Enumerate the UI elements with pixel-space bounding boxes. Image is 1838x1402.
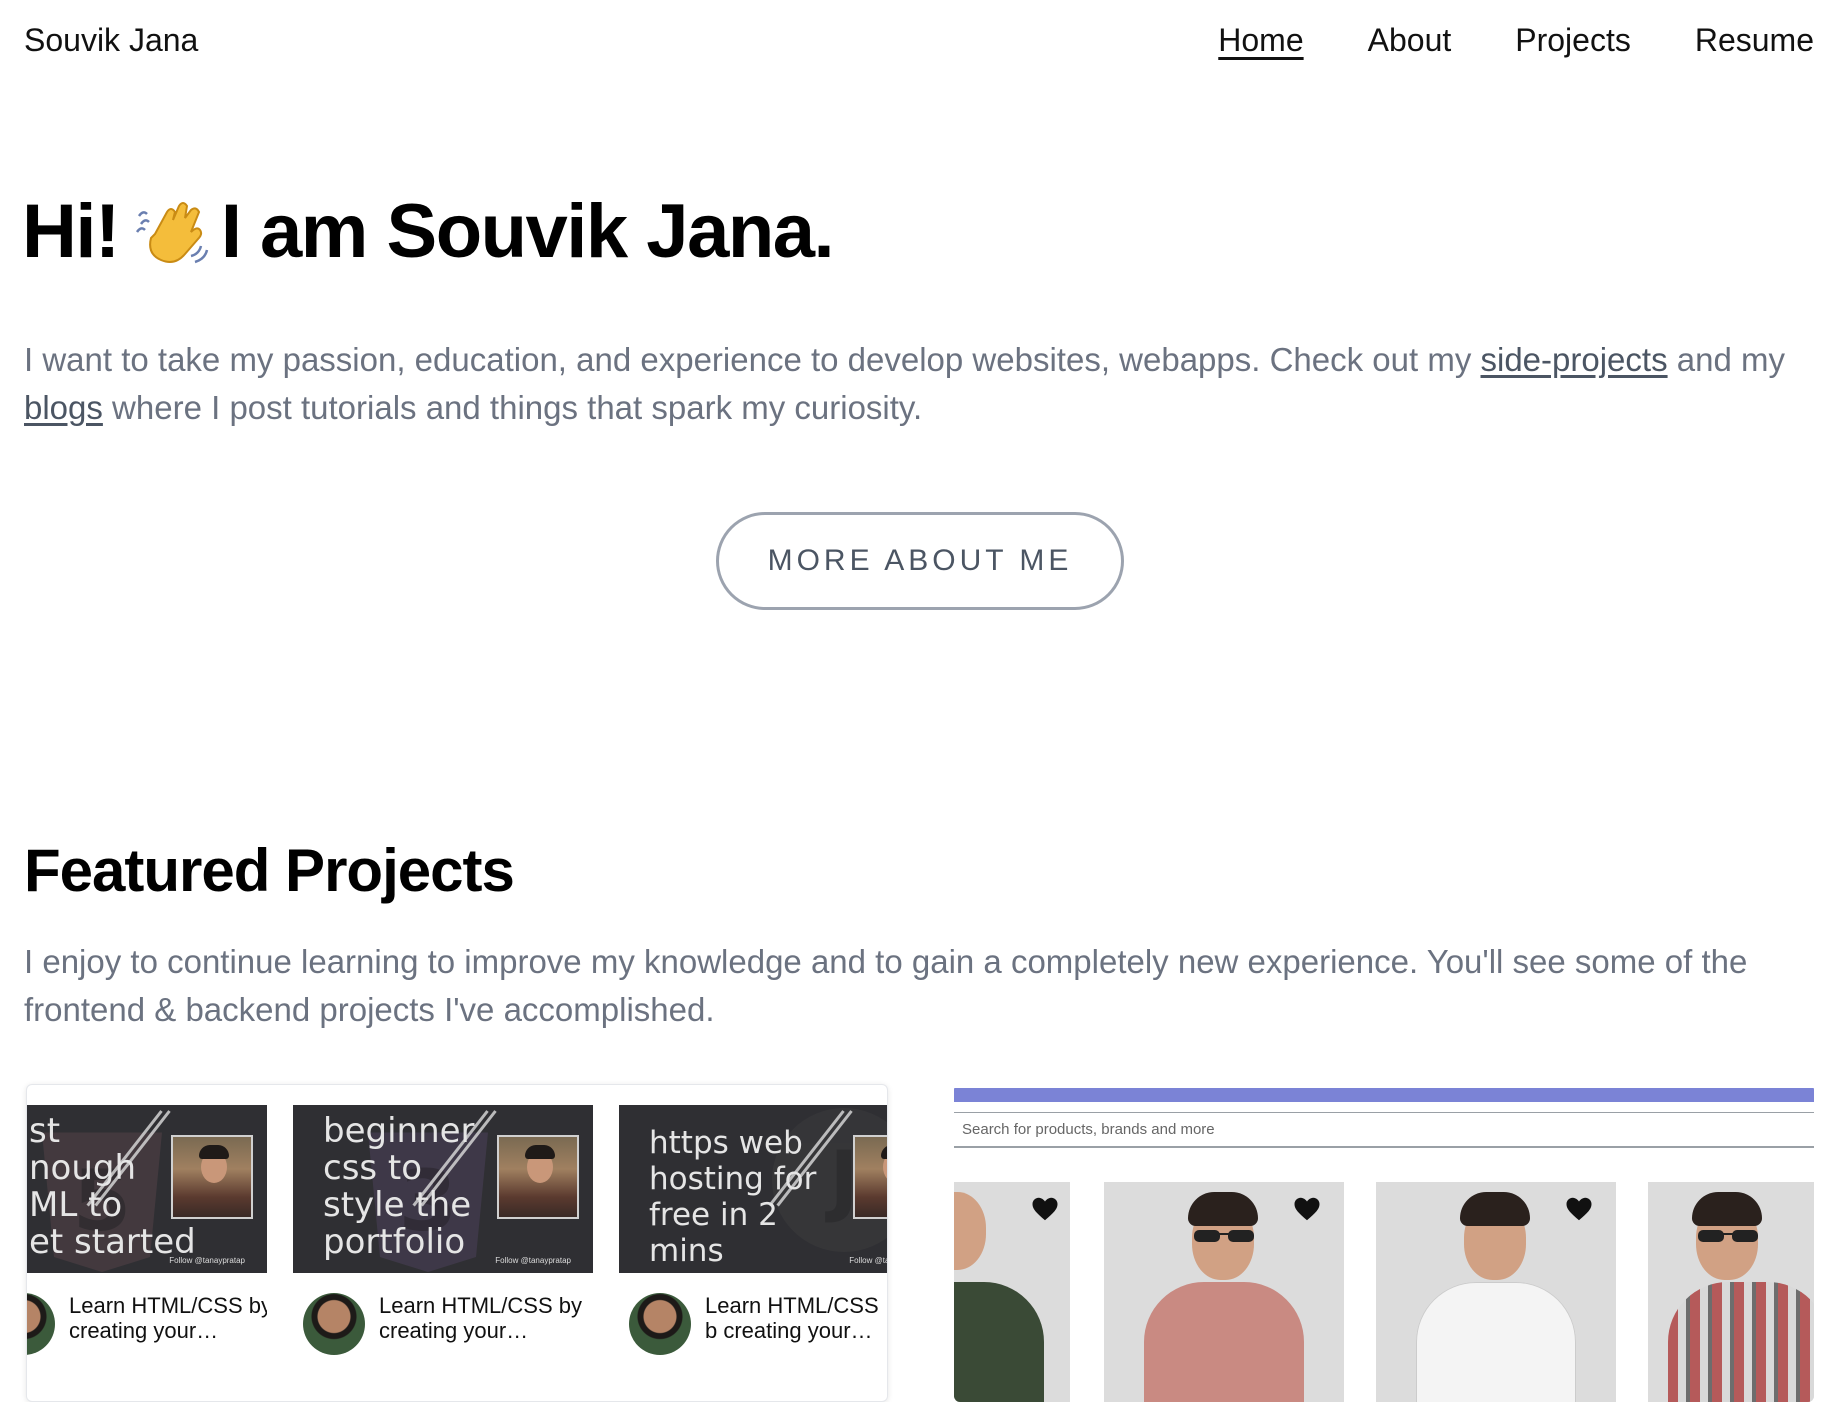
hero-description: I want to take my passion, education, an…: [24, 336, 1814, 432]
project-card-video-library[interactable]: 5 st nough ML to et started Follow @tana…: [26, 1084, 888, 1402]
video-item[interactable]: 3 beginner css to style the portfolio Fo…: [293, 1105, 593, 1357]
side-projects-link[interactable]: side-projects: [1481, 341, 1668, 378]
video-thumbnail: J https web hosting for free in 2 mins F…: [619, 1105, 888, 1273]
hero-text-before: I want to take my passion, education, an…: [24, 341, 1481, 378]
video-thumbnail: 5 st nough ML to et started Follow @tana…: [27, 1105, 267, 1273]
brand-link[interactable]: Souvik Jana: [24, 22, 198, 59]
model-hair: [1460, 1192, 1530, 1226]
nav-resume[interactable]: Resume: [1695, 22, 1814, 59]
product-image: [1144, 1282, 1304, 1402]
video-caption: beginner css to style the portfolio: [323, 1111, 475, 1262]
video-item[interactable]: 5 st nough ML to et started Follow @tana…: [27, 1105, 267, 1357]
more-about-me-button[interactable]: MORE ABOUT ME: [716, 512, 1124, 610]
video-thumbnail: 3 beginner css to style the portfolio Fo…: [293, 1105, 593, 1273]
video-caption: https web hosting for free in 2 mins: [649, 1125, 817, 1269]
nav-about[interactable]: About: [1368, 22, 1452, 59]
waving-hand-icon: [135, 201, 209, 263]
product-image: [954, 1282, 1044, 1402]
blogs-link[interactable]: blogs: [24, 389, 103, 426]
model-face: [954, 1192, 986, 1270]
model-hair: [1692, 1192, 1762, 1226]
video-title[interactable]: Learn HTML/CSS by creating your…: [379, 1293, 589, 1343]
hero-text-middle: and my: [1667, 341, 1785, 378]
product-image: [1416, 1282, 1576, 1402]
hero-greeting: Hi!: [22, 189, 120, 274]
video-watermark: Follow @tanaypratap: [169, 1256, 245, 1265]
video-title[interactable]: Learn HTML/CSS by creating your…: [69, 1293, 267, 1343]
heart-icon[interactable]: [1564, 1194, 1594, 1224]
heart-icon[interactable]: [1030, 1194, 1060, 1224]
site-header: Souvik Jana Home About Projects Resume: [0, 0, 1838, 90]
video-meta: Learn HTML/CSS by creating your…: [303, 1293, 589, 1355]
product-card[interactable]: [1648, 1182, 1814, 1402]
video-title[interactable]: Learn HTML/CSS b creating your…: [705, 1293, 887, 1343]
project-card-ecommerce[interactable]: Search for products, brands and more: [954, 1084, 1814, 1402]
video-caption: st nough ML to et started: [29, 1111, 196, 1262]
video-watermark: Follow @tanaypratap: [495, 1256, 571, 1265]
video-item[interactable]: J https web hosting for free in 2 mins F…: [619, 1105, 888, 1357]
hero-name: I am Souvik Jana.: [220, 189, 835, 274]
sunglasses-graphic: [1698, 1230, 1758, 1242]
avatar: [303, 1293, 365, 1355]
sunglasses-graphic: [1194, 1230, 1254, 1242]
product-card[interactable]: [1376, 1182, 1616, 1402]
product-card[interactable]: [1104, 1182, 1344, 1402]
main-nav: Home About Projects Resume: [1218, 22, 1814, 59]
video-watermark: Follow @tanaypratap: [849, 1256, 888, 1265]
product-card[interactable]: [954, 1182, 1070, 1402]
featured-description: I enjoy to continue learning to improve …: [24, 943, 1748, 1028]
shop-search-input[interactable]: Search for products, brands and more: [954, 1112, 1814, 1148]
heart-icon[interactable]: [1292, 1194, 1322, 1224]
featured-title: Featured Projects: [24, 837, 515, 904]
video-meta: Learn HTML/CSS by creating your…: [27, 1293, 267, 1355]
nav-home[interactable]: Home: [1218, 22, 1303, 59]
avatar: [629, 1293, 691, 1355]
nav-projects[interactable]: Projects: [1515, 22, 1631, 59]
shop-header-bar: [954, 1088, 1814, 1102]
hero-text-after: where I post tutorials and things that s…: [102, 389, 923, 426]
product-image: [1668, 1282, 1814, 1402]
hero-title: Hi! I am Souvik Jana.: [22, 188, 835, 275]
model-hair: [1188, 1192, 1258, 1226]
video-meta: Learn HTML/CSS b creating your…: [629, 1293, 887, 1355]
avatar: [27, 1293, 55, 1355]
